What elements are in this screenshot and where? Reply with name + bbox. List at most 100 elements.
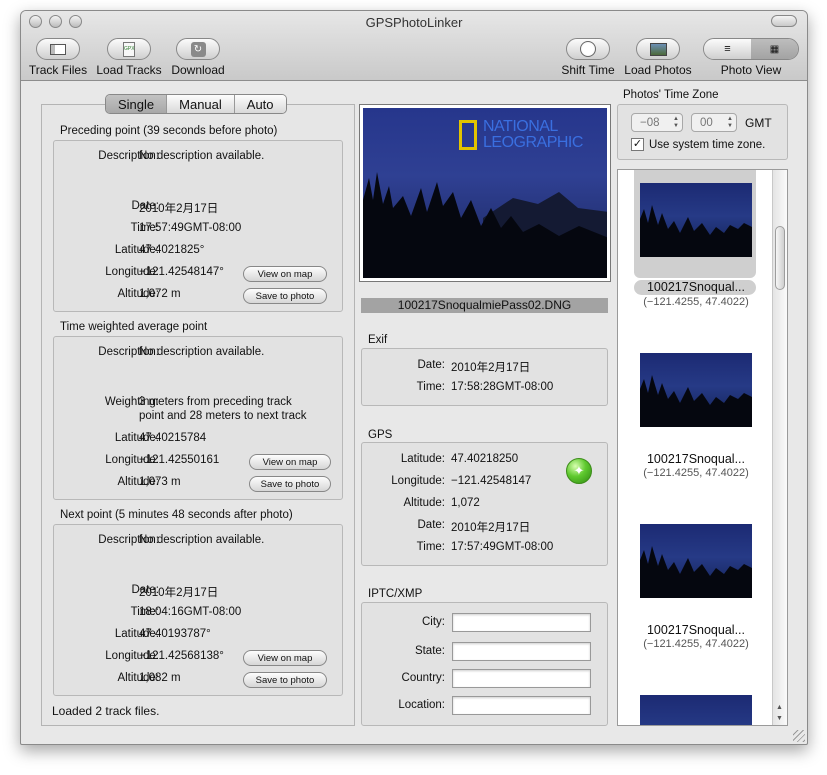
photo-preview[interactable]: NATIONAL LEOGRAPHIC (359, 104, 611, 282)
iptc-city-label: City: (422, 616, 445, 628)
download-icon: ↻ (190, 41, 206, 57)
timezone-minutes-stepper[interactable]: 00 ▲ ▼ (691, 113, 737, 132)
window-title: GPSPhotoLinker (365, 15, 463, 30)
exif-date-value: 2010年2月17日 (451, 362, 531, 374)
iptc-country-field[interactable] (452, 669, 591, 688)
gpx-file-icon: GPX (123, 41, 135, 57)
download-label: Download (171, 63, 225, 77)
preceding-longitude-value: −121.42548147° (139, 266, 224, 278)
iptc-country-label: Country: (401, 672, 445, 684)
resize-grip-icon[interactable] (793, 730, 805, 742)
download-button[interactable]: ↻ Download (167, 38, 229, 77)
weighted-longitude-value: −121.42550161 (139, 454, 220, 466)
toolbar-toggle-button[interactable] (771, 15, 797, 27)
preceding-point-header: Preceding point (39 seconds before photo… (60, 125, 278, 137)
photo-list-item[interactable]: 100217Snoqual... (−121.4255, 47.4022) (618, 340, 772, 480)
timezone-gmt-label: GMT (745, 116, 772, 130)
gps-header: GPS (368, 429, 393, 441)
photo-list-item[interactable]: 100217Snoqual... (−121.4255, 47.4022) (618, 511, 772, 651)
weighted-save-to-photo-button[interactable]: Save to photo (249, 476, 331, 492)
iptc-location-field[interactable] (452, 696, 591, 715)
preceding-latitude-value: 47.4021825° (139, 244, 205, 256)
grid-icon: ▦ (769, 43, 780, 55)
next-view-on-map-button[interactable]: View on map (243, 650, 327, 666)
photo-list-item[interactable]: 100217Snoqual... (−121.4255, 47.4022) (618, 170, 772, 310)
next-description-value: No description available. (139, 534, 265, 546)
globe-icon[interactable]: ✦ (566, 458, 592, 484)
tab-auto[interactable]: Auto (233, 95, 286, 113)
scroll-down-arrow-icon[interactable]: ▼ (776, 715, 783, 722)
preceding-description-value: No description available. (139, 150, 265, 162)
scroll-up-arrow-icon[interactable]: ▲ (776, 704, 783, 711)
exif-date-label: Date: (417, 359, 446, 371)
track-files-icon (50, 43, 66, 55)
photo-coords: (−121.4255, 47.4022) (643, 296, 749, 308)
weighted-view-on-map-button[interactable]: View on map (249, 454, 331, 470)
next-save-to-photo-button[interactable]: Save to photo (243, 672, 327, 688)
photo-coords: (−121.4255, 47.4022) (643, 467, 749, 479)
gps-time-label: Time: (416, 541, 445, 553)
app-window: GPSPhotoLinker Track Files GPX Load Trac… (20, 10, 808, 745)
weighted-weighting-line1: 3 meters from preceding track (139, 396, 292, 408)
tab-single[interactable]: Single (106, 95, 167, 113)
watermark-line2: LEOGRAPHIC (483, 134, 583, 151)
vertical-scrollbar[interactable]: ▲ ▼ (772, 170, 787, 725)
watermark-logo: NATIONAL LEOGRAPHIC (459, 116, 607, 152)
preceding-save-to-photo-button[interactable]: Save to photo (243, 288, 327, 304)
photo-thumbnail (640, 353, 752, 427)
exif-time-value: 17:58:28GMT-08:00 (451, 381, 554, 393)
gps-latitude-label: Latitude: (400, 453, 445, 465)
shift-time-button[interactable]: Shift Time (557, 38, 619, 77)
tab-manual[interactable]: Manual (166, 95, 234, 113)
gps-longitude-label: Longitude: (391, 475, 445, 487)
track-files-label: Track Files (28, 63, 88, 77)
exif-time-label: Time: (416, 381, 445, 393)
gps-time-value: 17:57:49GMT-08:00 (451, 541, 554, 553)
use-system-timezone-label: Use system time zone. (649, 139, 766, 151)
load-photos-label: Load Photos (624, 63, 692, 77)
next-longitude-value: −121.42568138° (139, 650, 224, 662)
load-photos-button[interactable]: Load Photos (623, 38, 693, 77)
preceding-view-on-map-button[interactable]: View on map (243, 266, 327, 282)
iptc-header: IPTC/XMP (368, 588, 423, 600)
timezone-hours-stepper[interactable]: −08 ▲ ▼ (631, 113, 683, 132)
iptc-city-field[interactable] (452, 613, 591, 632)
scrollbar-thumb[interactable] (775, 226, 785, 290)
mode-segmented-control: Single Manual Auto (105, 94, 287, 114)
photo-view-list-button[interactable]: ≡ (704, 39, 751, 59)
weighted-weighting-line2: point and 28 meters to next track (139, 410, 307, 422)
next-date-value: 2010年2月17日 (139, 587, 219, 599)
photo-coords: (−121.4255, 47.4022) (643, 638, 749, 650)
preceding-altitude-value: 1,072 m (139, 288, 181, 300)
list-icon: ≡ (724, 43, 731, 55)
photo-list-item[interactable] (618, 681, 772, 725)
photo-thumbnail (640, 524, 752, 598)
iptc-state-label: State: (414, 645, 445, 657)
photo-view-control: ≡ ▦ Photo View (701, 38, 801, 77)
photo-list: 100217Snoqual... (−121.4255, 47.4022) 10… (617, 169, 788, 726)
gps-altitude-label: Altitude: (403, 497, 445, 509)
use-system-timezone-checkbox[interactable]: ✓ (631, 138, 644, 151)
weighted-altitude-value: 1,073 m (139, 476, 181, 488)
track-files-button[interactable]: Track Files (27, 38, 89, 77)
exif-header: Exif (368, 334, 388, 346)
gps-date-value: 2010年2月17日 (451, 522, 531, 534)
preceding-date-value: 2010年2月17日 (139, 203, 219, 215)
next-time-value: 18:04:16GMT-08:00 (139, 606, 242, 618)
next-latitude-value: 47.40193787° (139, 628, 211, 640)
load-tracks-label: Load Tracks (96, 63, 162, 77)
weighted-description-value: No description available. (139, 346, 265, 358)
timezone-hours-value: −08 (640, 116, 660, 129)
weighted-point-header: Time weighted average point (60, 321, 208, 333)
preview-filename: 100217SnoqualmiePass02.DNG (361, 298, 608, 313)
next-point-header: Next point (5 minutes 48 seconds after p… (60, 509, 293, 521)
photo-view-grid-button[interactable]: ▦ (751, 39, 798, 59)
gps-longitude-value: −121.42548147 (451, 475, 532, 487)
status-text: Loaded 2 track files. (52, 704, 160, 718)
photo-icon (649, 42, 667, 56)
load-tracks-button[interactable]: GPX Load Tracks (95, 38, 163, 77)
iptc-state-field[interactable] (452, 642, 591, 661)
timezone-header: Photos' Time Zone (623, 89, 719, 101)
shift-time-label: Shift Time (561, 63, 615, 77)
stepper-arrows-icon: ▲ ▼ (727, 116, 733, 129)
